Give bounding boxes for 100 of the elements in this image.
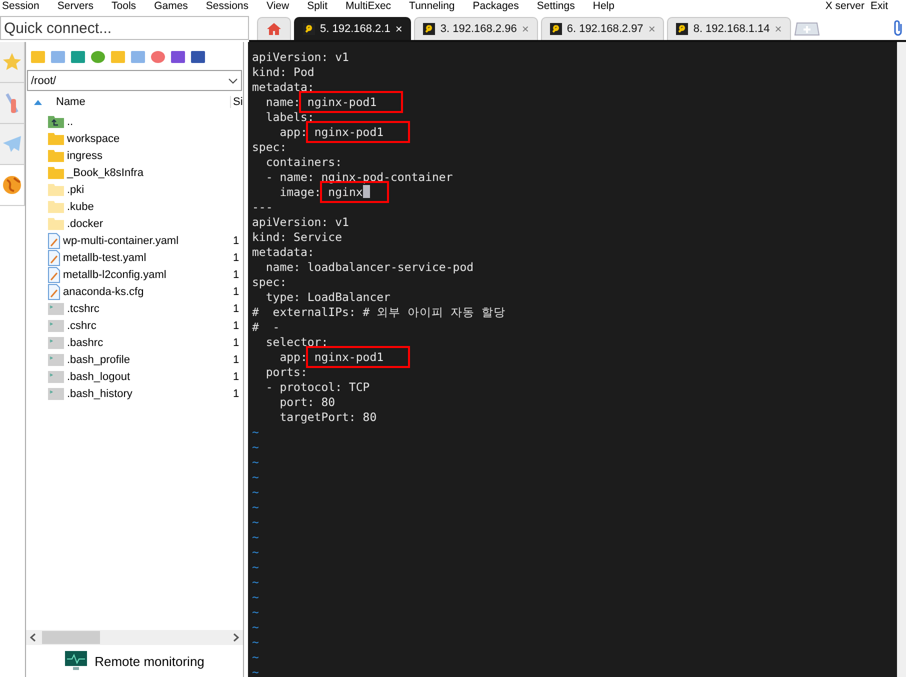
code-line: labels: <box>264 110 316 125</box>
paperclip-icon[interactable] <box>892 19 904 37</box>
key-icon <box>676 23 688 35</box>
code-line: kind: Pod <box>252 65 316 80</box>
folder-icon <box>48 217 64 230</box>
home-tab[interactable] <box>257 17 291 40</box>
side-tab[interactable] <box>0 165 25 206</box>
remote-monitoring-label[interactable]: Remote monitoring <box>94 654 204 668</box>
column-header[interactable]: Name <box>56 96 86 108</box>
code-line: apiVersion: v1 <box>252 50 350 65</box>
menu-item[interactable]: View <box>266 0 290 14</box>
code-line: - name: nginx-pod-container <box>264 170 454 185</box>
menu-item[interactable]: Settings <box>536 0 575 14</box>
empty-line-marker: ~ <box>252 560 260 575</box>
file-row[interactable]: anaconda-ks.cfg 1 <box>26 283 243 300</box>
session-tab[interactable]: 6. 192.168.2.97 × <box>540 17 664 40</box>
terminal-file-icon <box>48 370 64 382</box>
close-tab-button[interactable]: × <box>774 22 782 36</box>
menu-item[interactable]: Exit <box>870 0 888 14</box>
code-line: # externalIPs: # 외부 아이피 자동 할당 <box>252 305 506 320</box>
session-tab[interactable]: 8. 192.168.1.14 × <box>667 17 791 40</box>
code-line: containers: <box>264 155 344 170</box>
key-icon <box>550 23 562 35</box>
globe-icon <box>2 175 22 195</box>
empty-line-marker: ~ <box>252 635 260 650</box>
session-tab[interactable]: 3. 192.168.2.96 × <box>414 17 538 40</box>
file-row[interactable]: .kube <box>26 198 243 215</box>
new-tab-icon[interactable] <box>794 22 820 36</box>
menu-item[interactable]: MultiExec <box>346 0 392 14</box>
monitor-icon <box>64 651 87 671</box>
file-row[interactable]: .bash_history 1 <box>26 385 243 402</box>
file-row[interactable]: wp-multi-container.yaml 1 <box>26 232 243 249</box>
scroll-left-icon[interactable] <box>30 633 36 642</box>
menu-item[interactable]: Help <box>592 0 614 14</box>
tab-label: 3. 192.168.2.96 <box>440 23 517 35</box>
code-line: --- <box>252 200 274 215</box>
menu-item[interactable]: Games <box>154 0 188 14</box>
star-icon <box>2 52 22 72</box>
empty-line-marker: ~ <box>252 665 260 677</box>
file-row[interactable]: ingress <box>26 147 243 164</box>
menu-item[interactable]: Packages <box>472 0 519 14</box>
empty-line-marker: ~ <box>252 575 260 590</box>
file-row[interactable]: .. <box>26 113 243 130</box>
code-line: app: nginx-pod1 <box>252 125 893 140</box>
terminal[interactable] <box>248 42 897 677</box>
column-header[interactable]: Si <box>230 96 243 108</box>
document-icon <box>48 284 60 300</box>
side-tab[interactable] <box>0 83 25 124</box>
menu-item[interactable]: Split <box>307 0 328 14</box>
code-line: - protocol: TCP <box>264 380 371 395</box>
terminal-file-icon <box>48 320 64 332</box>
file-row[interactable]: _Book_k8sInfra <box>26 164 243 181</box>
close-tab-button[interactable]: × <box>395 22 402 36</box>
empty-line-marker: ~ <box>252 530 260 545</box>
file-row[interactable]: .pki <box>26 181 243 198</box>
file-row[interactable]: .bash_logout 1 <box>26 368 243 385</box>
folder-icon <box>48 183 64 196</box>
close-tab-button[interactable]: × <box>648 22 656 36</box>
code-line: metadata: <box>252 80 316 95</box>
file-row[interactable]: .bashrc 1 <box>26 334 243 351</box>
empty-line-marker: ~ <box>252 620 260 635</box>
empty-line-marker: ~ <box>252 650 260 665</box>
file-row[interactable]: metallb-l2config.yaml 1 <box>26 266 243 283</box>
menu-item[interactable]: Tunneling <box>409 0 455 14</box>
tab-label: 6. 192.168.2.97 <box>566 23 644 35</box>
home-icon <box>266 22 282 36</box>
terminal-file-icon <box>48 302 64 314</box>
code-line: # - <box>252 320 281 335</box>
empty-line-marker: ~ <box>252 500 260 515</box>
empty-line-marker: ~ <box>252 605 260 620</box>
session-tab[interactable]: 5. 192.168.2.1 × <box>294 17 412 40</box>
folder-icon <box>48 200 64 213</box>
vertical-scrollbar[interactable] <box>897 42 906 677</box>
scroll-right-icon[interactable] <box>233 633 239 642</box>
file-row[interactable]: .tcshrc 1 <box>26 300 243 317</box>
document-icon <box>48 266 60 282</box>
document-icon <box>48 232 60 248</box>
menu-item[interactable]: Session <box>2 0 40 14</box>
file-row[interactable]: .bash_profile 1 <box>26 351 243 368</box>
empty-line-marker: ~ <box>252 545 260 560</box>
quick-connect-field[interactable]: Quick connect... <box>0 16 249 40</box>
file-row[interactable]: metallb-test.yaml 1 <box>26 249 243 266</box>
paper-plane-icon <box>2 135 22 153</box>
file-row[interactable]: workspace <box>26 130 243 147</box>
code-line: image: nginx <box>252 185 893 200</box>
menu-item[interactable]: Servers <box>57 0 94 14</box>
menu-item[interactable]: X server <box>825 0 864 14</box>
tools-icon <box>4 91 20 115</box>
code-line: spec: <box>252 140 288 155</box>
folder-icon <box>48 166 64 179</box>
empty-line-marker: ~ <box>252 485 260 500</box>
scrollbar-thumb[interactable] <box>42 631 100 644</box>
folder-icon <box>48 132 64 145</box>
terminal-file-icon <box>48 354 64 366</box>
menu-item[interactable]: Tools <box>112 0 136 14</box>
menu-item[interactable]: Sessions <box>206 0 249 14</box>
file-row[interactable]: .cshrc 1 <box>26 317 243 334</box>
close-tab-button[interactable]: × <box>522 22 529 36</box>
path-dropdown[interactable]: /root/ <box>27 70 242 91</box>
file-row[interactable]: .docker <box>26 215 243 232</box>
